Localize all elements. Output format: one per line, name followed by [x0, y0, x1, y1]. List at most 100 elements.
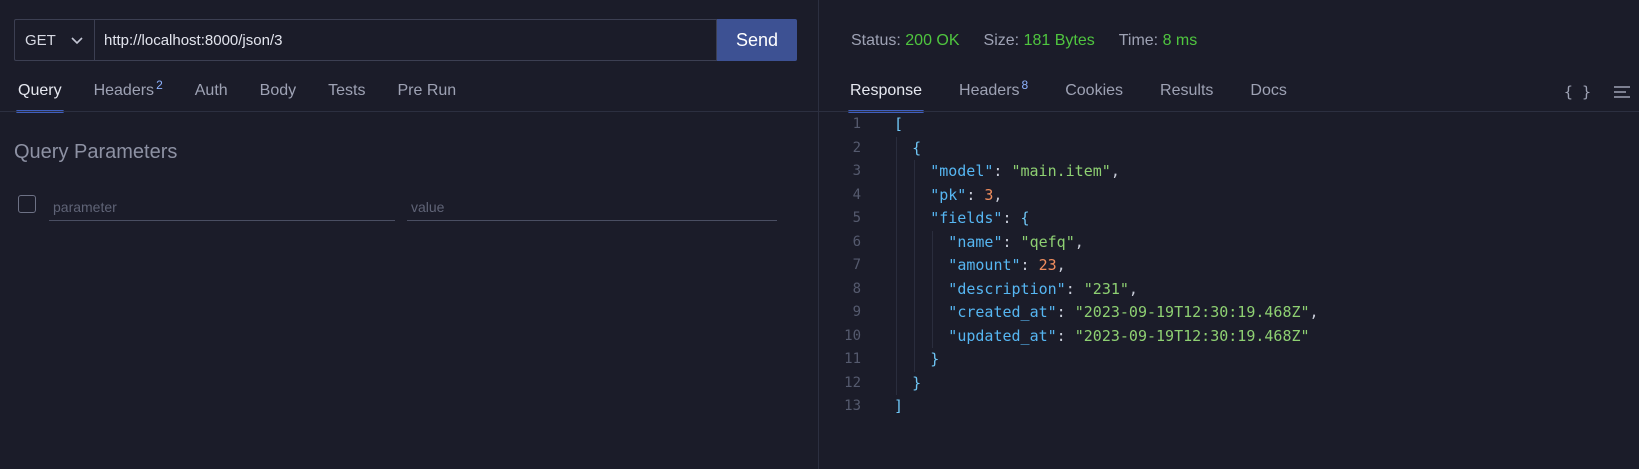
- code-line: 5 "fields": {: [819, 207, 1639, 231]
- code-text: "name": "qefq",: [948, 231, 1083, 255]
- code-text: "created_at": "2023-09-19T12:30:19.468Z"…: [948, 301, 1318, 325]
- request-tab-body[interactable]: Body: [260, 78, 296, 112]
- code-token: ,: [1074, 232, 1084, 251]
- indent-guide: [932, 230, 934, 254]
- line-number: 11: [844, 351, 861, 367]
- indent-guide: [932, 277, 934, 301]
- code-line: 2{: [819, 136, 1639, 161]
- query-parameters-title: Query Parameters: [14, 141, 178, 163]
- response-tab-results[interactable]: Results: [1160, 78, 1213, 112]
- code-line: 11}: [819, 348, 1639, 372]
- code-text: ]: [894, 395, 903, 419]
- code-text: [: [894, 113, 903, 137]
- send-button[interactable]: Send: [717, 19, 797, 61]
- tab-label: Headers: [959, 82, 1020, 99]
- indent-guide: [914, 160, 916, 184]
- code-text: "pk": 3,: [930, 184, 1002, 208]
- tab-label: Results: [1160, 82, 1214, 99]
- code-token: :: [1020, 256, 1039, 274]
- method-label: GET: [25, 31, 56, 49]
- indent-guide: [896, 301, 897, 325]
- tab-label: Query: [18, 82, 62, 99]
- tab-label: Pre Run: [397, 82, 457, 99]
- line-number: 4: [852, 186, 861, 203]
- line-number: 5: [852, 210, 861, 226]
- line-number: 12: [844, 374, 861, 391]
- request-pane: GET Send Query Headers2 Auth Body Tests Pre R…: [0, 0, 818, 469]
- param-value-input[interactable]: [407, 193, 777, 221]
- indent-guide: [896, 207, 897, 231]
- line-number: 7: [852, 257, 861, 273]
- line-number: 6: [852, 233, 861, 250]
- code-token: ]: [894, 397, 904, 415]
- response-tabs: Response Headers 8 Cookies Results Docs: [847, 78, 1324, 113]
- response-tab-headers[interactable]: Headers 8: [959, 78, 1028, 112]
- code-token: {: [912, 138, 922, 157]
- response-tab-cookies[interactable]: Cookies: [1065, 78, 1123, 112]
- code-token: "fields": [930, 209, 1003, 227]
- indent-guide: [896, 371, 897, 395]
- size-info: Size: 181 Bytes: [984, 32, 1095, 50]
- request-tab-headers[interactable]: Headers 2: [94, 78, 163, 112]
- line-number: 1: [852, 116, 861, 132]
- request-tab-pre-run[interactable]: Pre Run: [397, 78, 456, 112]
- request-tab-auth[interactable]: Auth: [195, 78, 228, 112]
- code-text: {: [912, 137, 921, 161]
- code-token: {: [1020, 209, 1030, 227]
- tab-label: Response: [850, 82, 923, 99]
- code-token: "created_at": [948, 303, 1057, 321]
- line-number: 13: [844, 398, 861, 414]
- response-body[interactable]: 1 [2{3 "model": "main.item", 4 "pk": 3, 5 "fie…: [819, 113, 1639, 419]
- code-token: "2023-09-19T12:30:19.468Z": [1074, 303, 1310, 321]
- code-token: "amount": [948, 256, 1021, 274]
- code-line: 9 "created_at": "2023-09-19T12:30:19.468Z…: [819, 301, 1639, 325]
- param-enable-checkbox[interactable]: [18, 195, 36, 213]
- code-token: :: [1065, 279, 1084, 298]
- status-label: Status:: [851, 32, 901, 49]
- response-tab-docs[interactable]: Docs: [1250, 78, 1286, 112]
- code-line: 3 "model": "main.item",: [819, 160, 1639, 184]
- menu-lines-icon[interactable]: [1613, 85, 1631, 99]
- braces-icon[interactable]: { }: [1564, 83, 1591, 101]
- indent-guide: [896, 277, 897, 301]
- param-name-input[interactable]: [49, 193, 395, 221]
- time-info: Time: 8 ms: [1119, 32, 1198, 50]
- response-tab-response[interactable]: Response: [847, 78, 925, 113]
- tab-label: Docs: [1250, 82, 1287, 99]
- size-label: Size:: [983, 32, 1020, 49]
- code-token: "main.item": [1011, 162, 1111, 180]
- code-token: :: [993, 162, 1012, 180]
- code-token: "updated_at": [948, 326, 1057, 345]
- code-token: "qefq": [1020, 232, 1075, 251]
- code-line: 6 "name": "qefq",: [819, 230, 1639, 255]
- indent-guide: [896, 324, 897, 348]
- code-token: :: [1002, 209, 1021, 227]
- method-select[interactable]: GET: [14, 19, 94, 61]
- code-token: "description": [948, 279, 1066, 298]
- indent-guide: [914, 277, 916, 301]
- code-token: 23: [1038, 256, 1057, 274]
- response-toolbar: { }: [1564, 83, 1631, 101]
- code-token: }: [930, 350, 940, 368]
- indent-guide: [896, 348, 897, 372]
- code-token: :: [1056, 326, 1075, 345]
- code-token: "pk": [930, 185, 967, 204]
- code-line: 7 "amount": 23,: [819, 254, 1639, 278]
- request-tabs: Query Headers 2 Auth Body Tests Pre Run: [16, 78, 488, 113]
- indent-guide: [896, 136, 897, 160]
- response-pane: Status: 200 OK Size: 181 Bytes Time: 8 m…: [819, 0, 1639, 469]
- tab-label: Headers: [93, 82, 155, 99]
- code-token: "2023-09-19T12:30:19.468Z": [1074, 326, 1310, 345]
- request-tab-tests[interactable]: Tests: [328, 78, 365, 112]
- request-tab-query[interactable]: Query: [16, 78, 64, 113]
- code-token: ,: [1110, 162, 1120, 180]
- status-info: Status: 200 OK: [851, 32, 960, 50]
- code-token: ,: [1309, 303, 1319, 321]
- code-text: }: [930, 348, 939, 372]
- indent-guide: [914, 207, 916, 231]
- code-token: "231": [1083, 279, 1129, 298]
- code-line: 8 "description": "231",: [819, 277, 1639, 301]
- code-token: ,: [1128, 279, 1138, 298]
- line-number: 8: [852, 280, 861, 297]
- url-input[interactable]: [94, 19, 717, 61]
